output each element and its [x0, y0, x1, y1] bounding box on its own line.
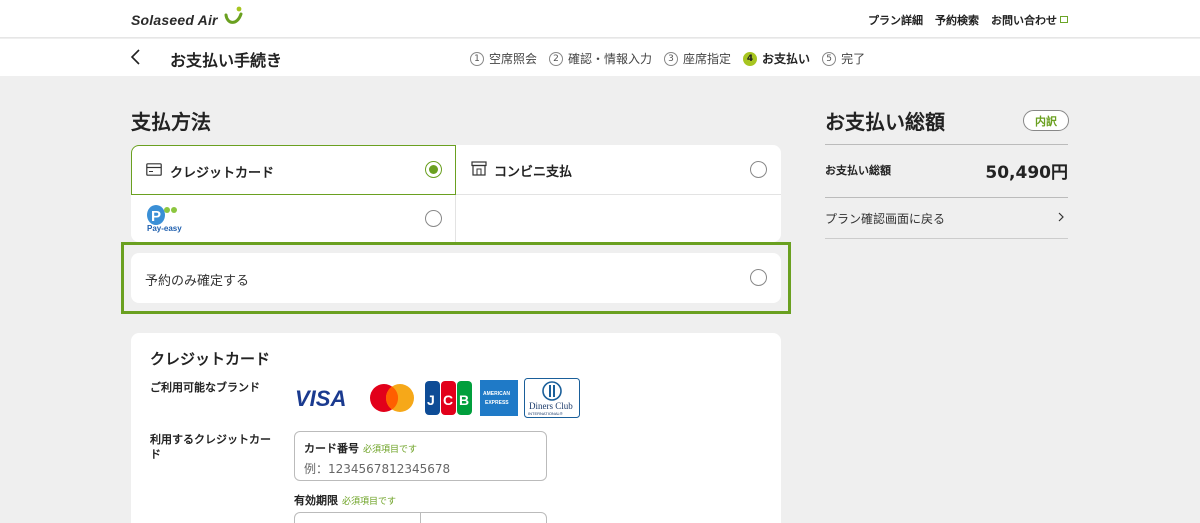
header-links: プラン詳細 予約検索 お問い合わせ: [868, 12, 1068, 28]
card-number-field[interactable]: カード番号 必須項目です 例：1234567812345678: [294, 431, 547, 481]
external-link-icon: [1060, 16, 1068, 23]
radio-credit-card[interactable]: [425, 161, 442, 178]
card-number-label: カード番号: [304, 442, 359, 455]
required-text: 必須項目です: [363, 445, 418, 455]
option-convenience-label: コンビニ支払: [494, 165, 573, 180]
step-number: 5: [822, 51, 837, 66]
step-number: 2: [549, 51, 564, 66]
step-label: 座席指定: [683, 52, 732, 66]
breakdown-button[interactable]: 内訳: [1023, 110, 1069, 131]
amex-logo-icon: AMERICAN EXPRESS: [480, 380, 518, 416]
svg-text:AMERICAN: AMERICAN: [483, 391, 510, 397]
logo[interactable]: Solaseed Air: [131, 6, 245, 28]
divider: [825, 197, 1068, 198]
mastercard-logo-icon: [370, 384, 414, 412]
step-number: 4: [743, 51, 758, 66]
svg-text:Diners Club: Diners Club: [529, 401, 573, 411]
card-select-label: 利用するクレジットカード: [150, 433, 271, 461]
payeasy-logo-icon: P Pay-easy: [147, 205, 182, 233]
step-5: 5 完了: [822, 50, 865, 67]
step-label: 空席照会: [489, 52, 538, 66]
progress-steps: 1 空席照会 2 確認・情報入力 3 座席指定 4 お支払い 5 完了: [470, 50, 865, 67]
radio-payeasy[interactable]: [425, 210, 442, 227]
divider: [825, 144, 1068, 145]
step-2: 2 確認・情報入力: [549, 50, 652, 67]
svg-text:J: J: [427, 392, 435, 408]
divider: [825, 238, 1068, 239]
expiry-label-row: 有効期限 必須項目です: [294, 492, 396, 508]
expiry-field[interactable]: [294, 512, 547, 523]
step-1: 1 空席照会: [470, 50, 537, 67]
svg-text:Pay-easy: Pay-easy: [147, 224, 182, 233]
back-arrow-icon[interactable]: [130, 49, 142, 65]
link-contact[interactable]: お問い合わせ: [991, 12, 1068, 28]
svg-text:VISA: VISA: [295, 386, 346, 411]
radio-convenience[interactable]: [750, 161, 767, 178]
option-reserve-only[interactable]: 予約のみ確定する: [131, 253, 781, 303]
store-icon: [471, 161, 487, 176]
option-reserve-only-label: 予約のみ確定する: [145, 274, 250, 289]
step-label: 完了: [841, 52, 866, 66]
total-label: お支払い総額: [825, 164, 891, 177]
step-label: 確認・情報入力: [568, 52, 653, 66]
expiry-divider: [420, 513, 421, 523]
brands-label: ご利用可能なブランド: [150, 381, 260, 394]
link-plan-details[interactable]: プラン詳細: [868, 12, 923, 28]
payment-method-heading: 支払方法: [131, 110, 211, 134]
credit-card-icon: [146, 163, 162, 176]
option-credit-card-label: クレジットカード: [170, 166, 275, 181]
step-number: 3: [664, 51, 679, 66]
credit-card-heading: クレジットカード: [150, 350, 271, 368]
total-value: 50,490円: [985, 163, 1068, 183]
total-heading: お支払い総額: [825, 110, 945, 134]
svg-text:INTERNATIONAL®: INTERNATIONAL®: [528, 411, 563, 416]
expiry-label: 有効期限: [294, 494, 338, 507]
step-4-active: 4 お支払い: [743, 50, 810, 67]
link-reservation-search[interactable]: 予約検索: [935, 12, 979, 28]
chevron-right-icon: [1058, 212, 1064, 222]
svg-text:P: P: [151, 208, 161, 225]
visa-logo-icon: VISA: [295, 386, 346, 411]
svg-text:EXPRESS: EXPRESS: [485, 400, 509, 406]
option-payeasy[interactable]: P Pay-easy: [131, 195, 456, 242]
option-credit-card[interactable]: クレジットカード: [131, 145, 456, 195]
card-number-label-row: カード番号 必須項目です: [304, 440, 417, 456]
brand-logos: VISA J C B AMERICAN EXPRESS Diners Club …: [294, 378, 580, 418]
option-convenience-store[interactable]: コンビニ支払: [456, 145, 781, 195]
svg-text:B: B: [459, 392, 469, 408]
back-to-plan-link[interactable]: プラン確認画面に戻る: [825, 210, 945, 227]
logo-mark-icon: [224, 6, 243, 24]
link-contact-label: お問い合わせ: [991, 14, 1057, 27]
step-number: 1: [470, 51, 484, 66]
page-title: お支払い手続き: [170, 51, 283, 70]
card-number-placeholder: 例：1234567812345678: [304, 462, 451, 476]
jcb-logo-icon: J C B: [425, 381, 472, 415]
diners-club-logo-icon: Diners Club INTERNATIONAL®: [524, 378, 580, 418]
logo-text: Solaseed Air: [131, 12, 218, 28]
required-text: 必須項目です: [342, 497, 397, 507]
step-3: 3 座席指定: [664, 50, 731, 67]
radio-reserve-only[interactable]: [750, 269, 767, 286]
svg-text:C: C: [443, 392, 453, 408]
step-label: お支払い: [762, 52, 811, 66]
